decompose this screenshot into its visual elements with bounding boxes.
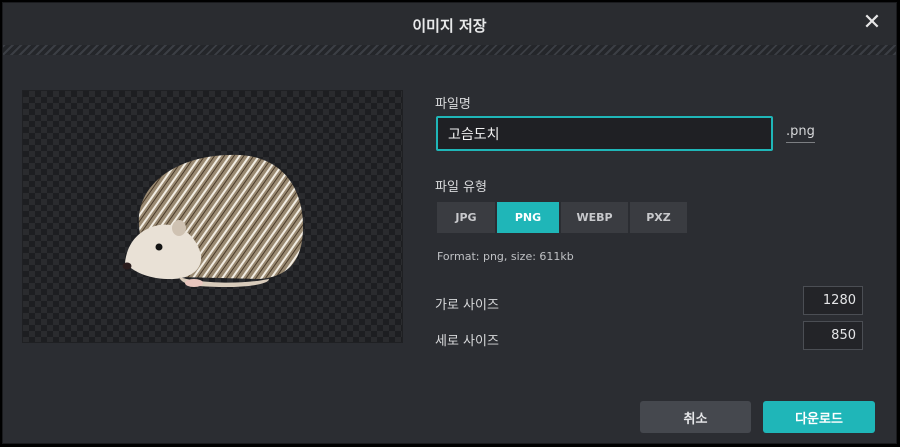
width-input[interactable] — [803, 286, 863, 315]
height-input[interactable] — [803, 321, 863, 350]
save-image-dialog: 이미지 저장 ✕ 파일명 .png 파일 유형 JPG PNG W — [2, 2, 897, 444]
filetype-jpg-button[interactable]: JPG — [437, 202, 495, 233]
download-button[interactable]: 다운로드 — [763, 401, 875, 433]
filetype-pxz-button[interactable]: PXZ — [630, 202, 687, 233]
image-preview — [22, 90, 403, 343]
filetype-selector: JPG PNG WEBP PXZ — [437, 202, 687, 233]
dialog-titlebar: 이미지 저장 ✕ — [3, 3, 896, 47]
filetype-png-button[interactable]: PNG — [497, 202, 559, 233]
dialog-title: 이미지 저장 — [412, 17, 487, 35]
close-icon[interactable]: ✕ — [860, 11, 884, 35]
height-label: 세로 사이즈 — [435, 334, 499, 349]
file-extension: .png — [786, 124, 815, 143]
titlebar-divider — [3, 45, 896, 55]
filename-input[interactable] — [436, 116, 773, 151]
hedgehog-image — [122, 154, 304, 288]
width-label: 가로 사이즈 — [435, 298, 499, 313]
filetype-webp-button[interactable]: WEBP — [561, 202, 628, 233]
format-info: Format: png, size: 611kb — [437, 250, 574, 263]
filetype-label: 파일 유형 — [435, 180, 487, 195]
cancel-button[interactable]: 취소 — [640, 401, 751, 433]
filename-label: 파일명 — [435, 97, 471, 112]
